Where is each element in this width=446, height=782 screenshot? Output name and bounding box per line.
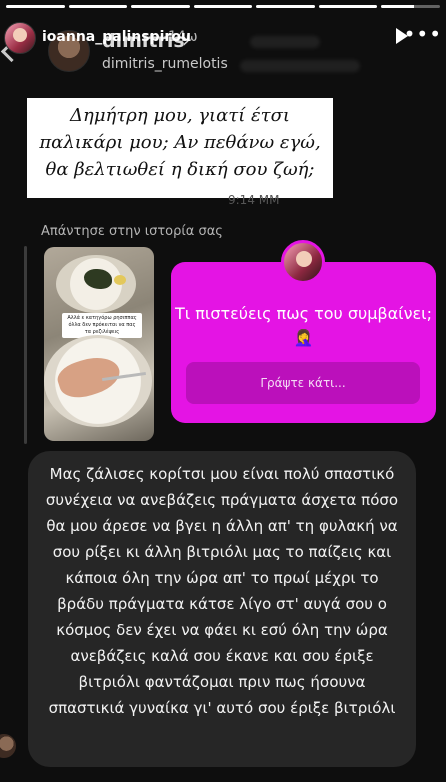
sender-avatar (0, 734, 16, 758)
story-author-avatar[interactable] (4, 22, 36, 54)
more-options-icon[interactable]: ••• (404, 24, 442, 44)
reply-indicator-line (24, 246, 27, 444)
story-progress-fill (318, 5, 378, 8)
story-progress-fill (6, 5, 65, 8)
message-timestamp: 9:14 ΜΜ (228, 193, 280, 207)
story-progress-segment (131, 5, 190, 8)
story-time: 14ω (168, 29, 198, 45)
quote-line: Δημήτρη μου, γιατί έτσι (70, 105, 290, 126)
story-progress-segment (68, 5, 128, 8)
story-progress-fill (193, 5, 253, 8)
story-progress-segment (318, 5, 378, 8)
story-header: ioanna_palinspirou 14ω ••• (0, 18, 446, 58)
quote-card: Δημήτρη μου, γιατί έτσι παλικάρι μου; Αν… (27, 98, 333, 198)
story-progress-fill (68, 5, 128, 8)
question-answer-input[interactable]: Γράψτε κάτι... (186, 362, 420, 404)
question-text: Τι πιστεύεις πως του συμβαίνει;🤦‍♀️ (175, 304, 432, 347)
blurred-text (240, 60, 360, 72)
conversation-handle: dimitris_rumelotis (102, 56, 228, 72)
quote-line: παλικάρι μου; Αν πεθάνω εγώ, (39, 132, 321, 153)
story-progress-fill (131, 5, 190, 8)
story-progress-segment (256, 5, 315, 8)
story-progress-segment (381, 5, 441, 8)
lemon-image (114, 275, 126, 285)
story-progress-segment (193, 5, 253, 8)
story-progress-fill (256, 5, 315, 8)
story-progress (6, 5, 441, 8)
question-sticker-avatar (281, 240, 325, 284)
replied-to-story-label: Απάντησε στην ιστορία σας (41, 224, 223, 239)
story-progress-fill (381, 5, 414, 8)
reply-message-bubble: Μας ζάλισες κορίτσι μου είναι πολύ σπαστ… (28, 451, 416, 767)
story-thumbnail[interactable]: Αλλά ε κατηγόρω ρησιππας όλλα δεν πρόκει… (44, 247, 154, 441)
quote-line: θα βελτιωθεί η δική σου ζωή; (45, 159, 315, 180)
story-progress-segment (6, 5, 65, 8)
